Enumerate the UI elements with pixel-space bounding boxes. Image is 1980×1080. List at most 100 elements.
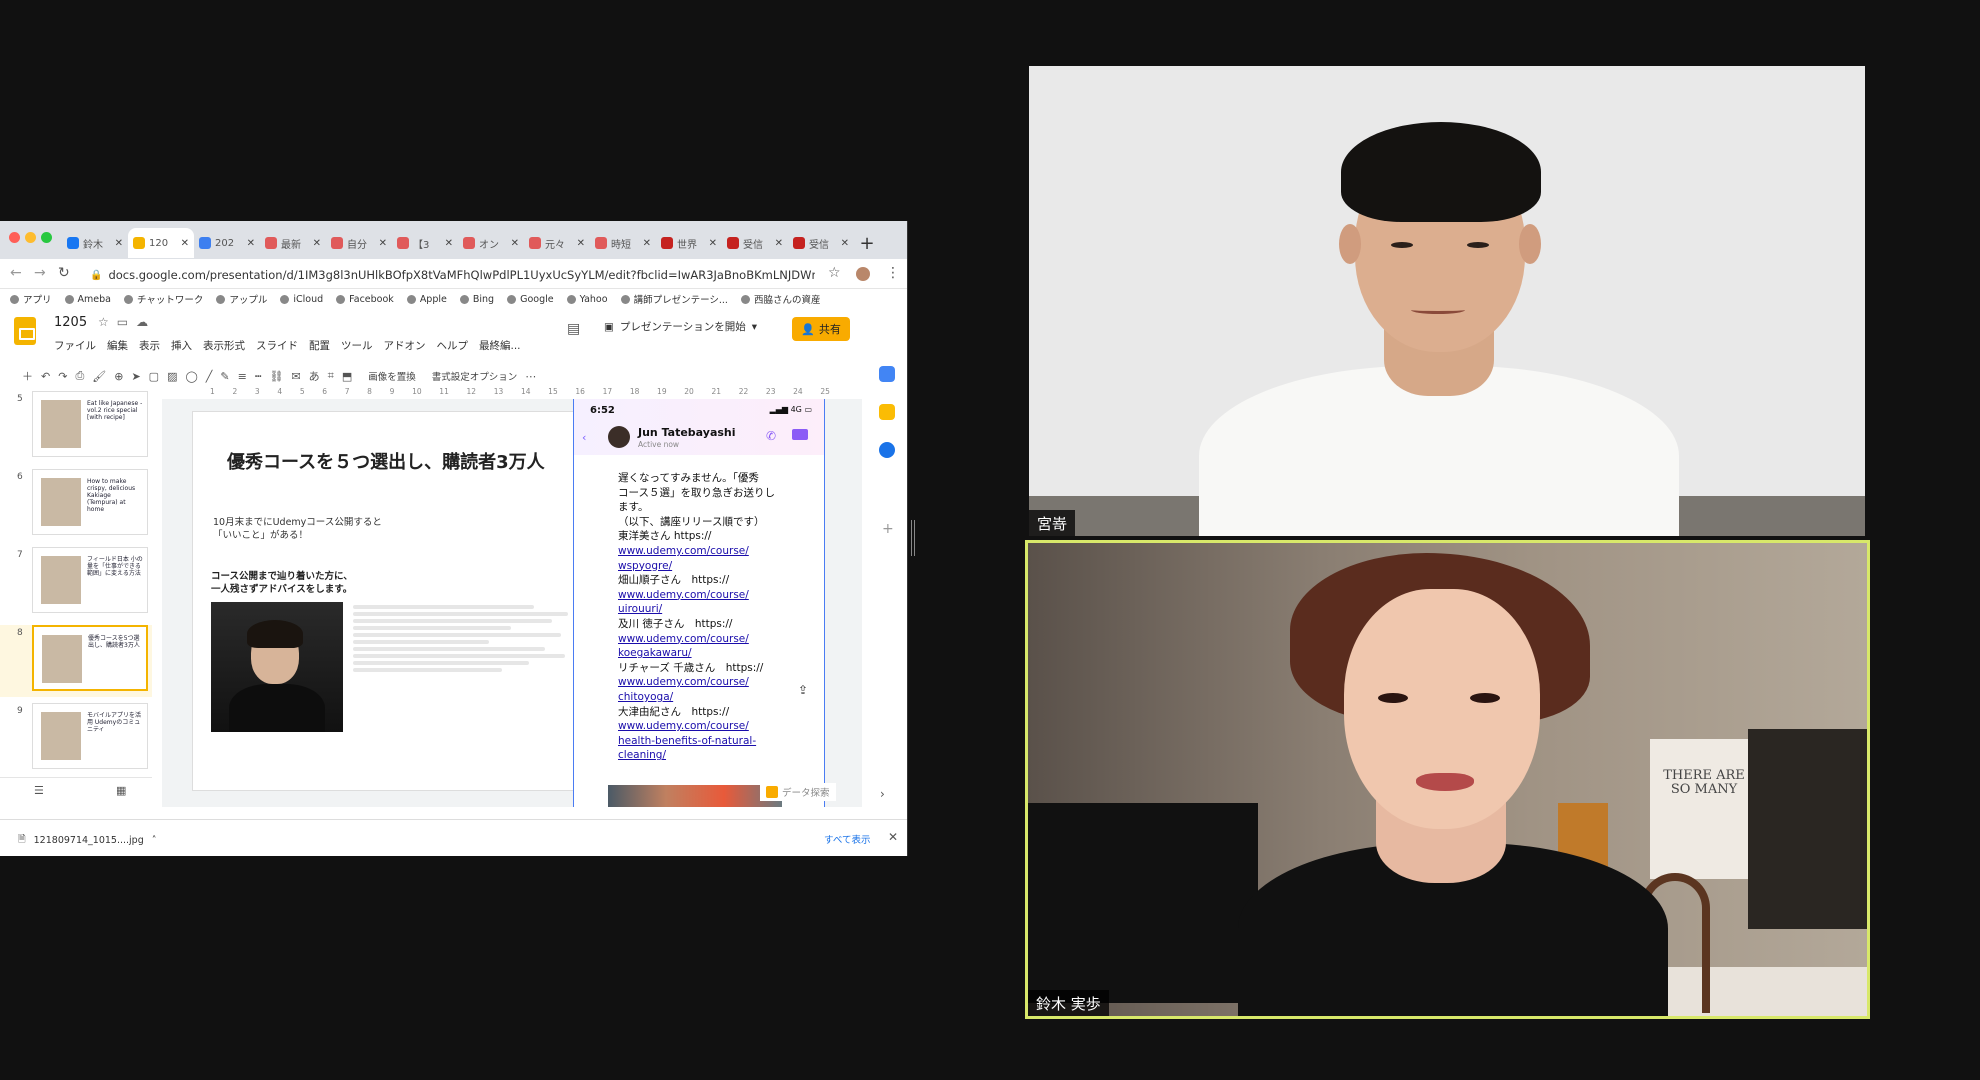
bookmark-item[interactable]: iCloud: [280, 294, 323, 305]
border-dash-icon[interactable]: ┅: [255, 370, 262, 383]
mask-image-icon[interactable]: ⬒: [342, 370, 352, 383]
browser-tab[interactable]: 時短 ✕: [590, 228, 656, 258]
close-window-icon[interactable]: [9, 232, 20, 243]
select-cursor-icon[interactable]: ➤: [131, 370, 140, 383]
bookmark-item[interactable]: Facebook: [336, 294, 394, 305]
browser-tab[interactable]: 202 ✕: [194, 228, 260, 258]
show-all-downloads-link[interactable]: すべて表示: [824, 832, 870, 846]
bookmark-item[interactable]: Apple: [406, 294, 447, 305]
browser-tab[interactable]: 120 ✕: [128, 228, 194, 258]
minimize-window-icon[interactable]: [25, 232, 36, 243]
menu-item[interactable]: 編集: [107, 338, 128, 353]
menu-item[interactable]: アドオン: [384, 338, 426, 353]
slide-thumbnail[interactable]: モバイルアプリを活用 Udemyのコミュニティ: [32, 703, 148, 769]
slide-thumbnail-row[interactable]: 7 フィールド日本 小の量を「仕事ができる範囲」に変える方法: [0, 547, 152, 619]
bookmark-star-icon[interactable]: ☆: [828, 265, 841, 281]
browser-tab[interactable]: 鈴木 ✕: [62, 228, 128, 258]
slide-subtitle[interactable]: 10月末までにUdemyコース公開すると 「いいこと」がある！: [213, 516, 382, 542]
close-icon[interactable]: ✕: [888, 830, 898, 844]
slide-thumbnail[interactable]: Eat like Japanese -vol.2 rice special [w…: [32, 391, 148, 457]
redo-icon[interactable]: ↷: [58, 370, 67, 383]
menu-item[interactable]: 表示形式: [203, 338, 245, 353]
crop-icon[interactable]: ⌗: [328, 369, 334, 383]
menu-item[interactable]: 配置: [309, 338, 330, 353]
bookmark-item[interactable]: 西脇さんの資産: [740, 292, 820, 306]
browser-tab[interactable]: 最新 ✕: [260, 228, 326, 258]
slide-thumbnail-row[interactable]: 6 How to make crispy, delicious Kakiage (…: [0, 469, 152, 541]
chevron-up-icon[interactable]: ˄: [152, 835, 157, 846]
menu-item[interactable]: ファイル: [54, 338, 96, 353]
zoom-icon[interactable]: ⊕: [114, 370, 123, 383]
menu-item[interactable]: スライド: [256, 338, 298, 353]
browser-menu-icon[interactable]: ⋮: [886, 265, 900, 281]
close-tab-icon[interactable]: ✕: [577, 238, 585, 249]
line-icon[interactable]: ╱: [206, 370, 213, 383]
instructor-photo[interactable]: [211, 602, 343, 732]
paint-format-icon[interactable]: 🖌: [92, 370, 106, 383]
slide-body-text-block[interactable]: [353, 602, 579, 675]
bookmark-item[interactable]: アップル: [216, 292, 267, 306]
slide-thumbnail[interactable]: How to make crispy, delicious Kakiage (T…: [32, 469, 148, 535]
browser-tab[interactable]: オン ✕: [458, 228, 524, 258]
link-icon[interactable]: ⛓: [269, 370, 283, 383]
slide-thumbnail-row[interactable]: 8 優秀コースを5つ選出し、購読者3万人: [0, 625, 152, 697]
close-tab-icon[interactable]: ✕: [313, 238, 321, 249]
browser-tab[interactable]: 受信 ✕: [788, 228, 854, 258]
slide-thumbnail-row[interactable]: 9 モバイルアプリを活用 Udemyのコミュニティ: [0, 703, 152, 775]
comments-icon[interactable]: ▤: [567, 321, 580, 337]
menu-item[interactable]: ヘルプ: [437, 338, 469, 353]
maximize-window-icon[interactable]: [41, 232, 52, 243]
border-weight-icon[interactable]: ≡: [238, 370, 247, 383]
new-slide-icon[interactable]: ＋: [22, 368, 33, 384]
bookmark-item[interactable]: Ameba: [64, 294, 111, 305]
chevron-down-icon[interactable]: ▾: [752, 321, 757, 333]
bookmark-item[interactable]: Google: [507, 294, 554, 305]
star-icon[interactable]: ☆: [98, 315, 117, 329]
address-bar[interactable]: 🔒 docs.google.com/presentation/d/1IM3g8l…: [90, 265, 815, 285]
menu-item[interactable]: 最終編...: [479, 338, 521, 353]
browser-tab[interactable]: 【3 ✕: [392, 228, 458, 258]
bookmark-item[interactable]: アプリ: [10, 292, 52, 306]
input-tools-icon[interactable]: あ: [309, 368, 320, 384]
back-icon[interactable]: ←: [10, 265, 22, 281]
forward-icon[interactable]: →: [34, 265, 46, 281]
browser-tab[interactable]: 世界 ✕: [656, 228, 722, 258]
new-tab-icon[interactable]: +: [854, 228, 880, 258]
tasks-addon-icon[interactable]: [879, 442, 895, 458]
browser-tab[interactable]: 自分 ✕: [326, 228, 392, 258]
calendar-addon-icon[interactable]: [879, 366, 895, 382]
bookmark-item[interactable]: 講師プレゼンテーシ...: [620, 292, 728, 306]
menu-item[interactable]: ツール: [341, 338, 373, 353]
participant-video-tile-2[interactable]: THERE ARE SO MANY 鈴木 実歩: [1025, 540, 1870, 1019]
reload-icon[interactable]: ↻: [58, 265, 70, 281]
download-item[interactable]: 🗎 121809714_1015....jpg ˄: [18, 832, 157, 848]
bookmark-item[interactable]: Bing: [459, 294, 494, 305]
replace-image-menu[interactable]: 画像を置換: [368, 369, 416, 383]
close-tab-icon[interactable]: ✕: [775, 238, 783, 249]
shape-icon[interactable]: ◯: [185, 370, 197, 383]
chevron-right-icon[interactable]: ›: [880, 787, 885, 801]
image-icon[interactable]: ▨: [167, 370, 177, 383]
slide-thumbnail[interactable]: 優秀コースを5つ選出し、購読者3万人: [32, 625, 148, 691]
phone-screenshot-image[interactable]: 6:52 ▂▄▆ 4G ▭ ‹ Jun Tatebayashi Active n…: [573, 399, 825, 807]
slide-title[interactable]: 優秀コースを５つ選出し、購読者3万人: [227, 448, 587, 474]
pen-icon[interactable]: ✎: [220, 370, 229, 383]
grid-view-icon[interactable]: ▦: [116, 784, 126, 797]
profile-avatar[interactable]: [856, 267, 870, 281]
menu-item[interactable]: 挿入: [171, 338, 192, 353]
close-tab-icon[interactable]: ✕: [379, 238, 387, 249]
browser-tab[interactable]: 元々 ✕: [524, 228, 590, 258]
print-icon[interactable]: ⎙: [75, 369, 84, 383]
menu-item[interactable]: 表示: [139, 338, 160, 353]
format-options-button[interactable]: 書式設定オプション: [432, 369, 518, 383]
undo-icon[interactable]: ↶: [41, 370, 50, 383]
slide-thumbnail[interactable]: フィールド日本 小の量を「仕事ができる範囲」に変える方法: [32, 547, 148, 613]
close-tab-icon[interactable]: ✕: [445, 238, 453, 249]
explore-button[interactable]: データ探索: [760, 783, 836, 801]
share-button[interactable]: 👤 共有: [792, 317, 850, 341]
close-tab-icon[interactable]: ✕: [643, 238, 651, 249]
slide-heading-2[interactable]: コース公開まで辿り着いた方に、 一人残さずアドバイスをします。: [211, 570, 353, 596]
close-tab-icon[interactable]: ✕: [247, 238, 255, 249]
current-slide[interactable]: 優秀コースを５つ選出し、購読者3万人 10月末までにUdemyコース公開すると …: [192, 411, 584, 791]
close-tab-icon[interactable]: ✕: [511, 238, 519, 249]
